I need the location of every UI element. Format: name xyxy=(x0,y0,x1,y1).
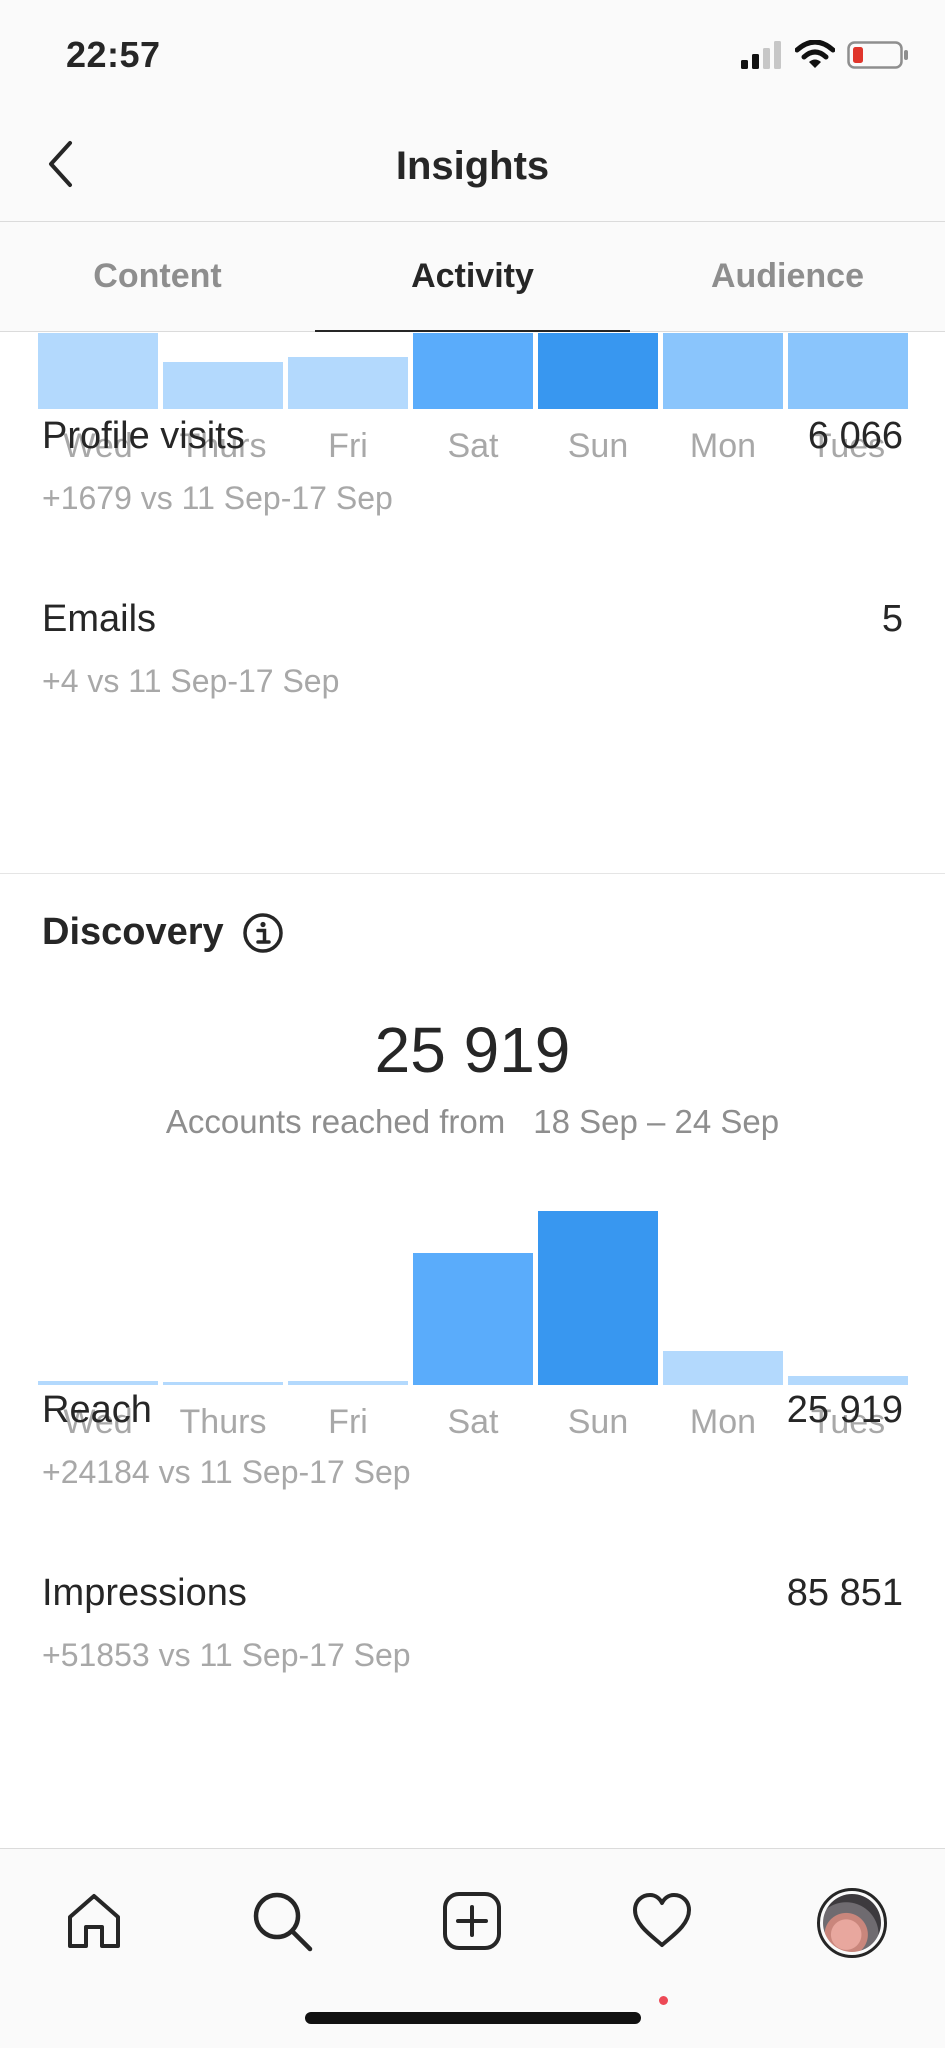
metric-name: Reach xyxy=(42,1389,152,1431)
reach-bar-sun xyxy=(538,1211,658,1385)
home-tab[interactable] xyxy=(54,1883,134,1963)
metric-value: 5 xyxy=(881,598,903,640)
discovery-section-title: Discovery xyxy=(42,911,284,954)
impressions-metric[interactable]: Impressions 85 851 +51853 vs 11 Sep-17 S… xyxy=(42,1572,903,1674)
reach-bar-mon xyxy=(663,1350,783,1385)
caption-prefix: Accounts reached from xyxy=(165,1103,506,1140)
accounts-reached-caption: Accounts reached from 18 Sep – 24 Sep xyxy=(0,1103,945,1141)
search-tab[interactable] xyxy=(242,1883,322,1963)
info-icon[interactable] xyxy=(242,912,284,954)
metric-comparison: +51853 vs 11 Sep-17 Sep xyxy=(42,1637,411,1673)
section-divider xyxy=(0,873,945,874)
home-icon xyxy=(62,1889,126,1958)
interactions-bar-col xyxy=(413,333,533,409)
tab-audience[interactable]: Audience xyxy=(630,222,945,331)
activity-heart-icon xyxy=(630,1891,694,1956)
tab-bar: Content Activity Audience xyxy=(0,222,945,332)
discovery-title: Discovery xyxy=(42,911,224,953)
reach-bar-col xyxy=(288,1211,408,1385)
reach-bar-col xyxy=(413,1211,533,1385)
metric-name: Profile visits xyxy=(42,415,245,457)
reach-bar-thurs xyxy=(163,1382,283,1385)
reach-metric[interactable]: Reach 25 919 +24184 vs 11 Sep-17 Sep xyxy=(42,1389,903,1491)
profile-visits-metric[interactable]: Profile visits 6 066 +1679 vs 11 Sep-17 … xyxy=(42,415,903,517)
interactions-bar-fri xyxy=(288,357,408,409)
add-post-icon xyxy=(441,1890,503,1957)
insights-scroll-area[interactable]: Wed Thurs Fri Sat Sun Mon Tues Profile visits … xyxy=(0,333,945,1848)
battery-low-icon xyxy=(847,40,909,75)
interactions-bar-col xyxy=(663,333,783,409)
reach-bar-col xyxy=(163,1211,283,1385)
header: Insights xyxy=(0,110,945,222)
interactions-bar-mon xyxy=(663,333,783,409)
reach-bar-col xyxy=(663,1211,783,1385)
reach-bar-sat xyxy=(413,1253,533,1385)
interactions-bar-col xyxy=(288,333,408,409)
caption-date-range: 18 Sep – 24 Sep xyxy=(533,1103,780,1140)
reach-bar-col xyxy=(788,1211,908,1385)
tab-content[interactable]: Content xyxy=(0,222,315,331)
tab-activity[interactable]: Activity xyxy=(315,222,630,332)
interactions-bar-tues xyxy=(788,333,908,409)
reach-bar-col xyxy=(38,1211,158,1385)
metric-name: Emails xyxy=(42,598,157,640)
metric-value: 25 919 xyxy=(786,1389,903,1431)
interactions-bar-thurs xyxy=(163,361,283,409)
search-icon xyxy=(249,1888,315,1959)
status-time: 22:57 xyxy=(66,34,161,75)
metric-comparison: +4 vs 11 Sep-17 Sep xyxy=(42,663,340,699)
page-title: Insights xyxy=(395,144,550,188)
interactions-bar-col xyxy=(538,333,658,409)
interactions-bar-col xyxy=(788,333,908,409)
metric-value: 6 066 xyxy=(807,415,903,457)
interactions-bar-sat xyxy=(413,333,533,409)
reach-bars xyxy=(38,1211,908,1385)
metric-value: 85 851 xyxy=(786,1572,903,1614)
activity-tab[interactable] xyxy=(622,1883,702,1963)
metric-comparison: +24184 vs 11 Sep-17 Sep xyxy=(42,1454,411,1490)
avatar-image xyxy=(823,1894,881,1952)
signal-icon xyxy=(739,40,783,75)
interactions-bar-wed xyxy=(38,333,158,409)
interactions-bar-col xyxy=(38,333,158,409)
status-bar: 22:57 xyxy=(0,0,945,110)
emails-metric[interactable]: Emails 5 +4 vs 11 Sep-17 Sep xyxy=(42,598,903,700)
home-indicator xyxy=(305,2012,641,2024)
interactions-bars xyxy=(38,333,908,409)
interactions-bar-sun xyxy=(538,333,658,409)
status-icons xyxy=(739,39,909,75)
accounts-reached-count: 25 919 xyxy=(374,1014,571,1086)
reach-bar-fri xyxy=(288,1380,408,1385)
reach-bar-tues xyxy=(788,1376,908,1385)
reach-bar-col xyxy=(538,1211,658,1385)
new-post-tab[interactable] xyxy=(432,1883,512,1963)
profile-avatar xyxy=(817,1888,887,1958)
wifi-icon xyxy=(794,39,836,75)
interactions-bar-col xyxy=(163,333,283,409)
profile-tab[interactable] xyxy=(812,1883,892,1963)
metric-comparison: +1679 vs 11 Sep-17 Sep xyxy=(42,480,393,516)
metric-name: Impressions xyxy=(42,1572,247,1614)
notification-dot xyxy=(659,1996,668,2005)
reach-bar-wed xyxy=(38,1380,158,1385)
